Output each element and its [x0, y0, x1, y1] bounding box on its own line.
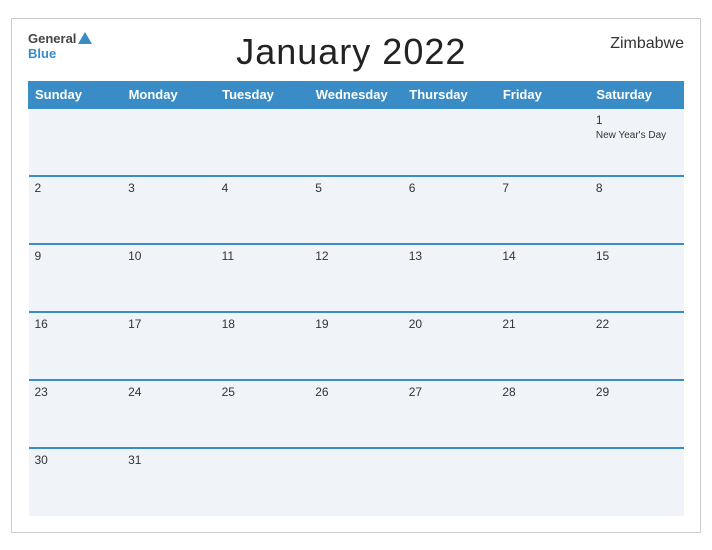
- calendar-cell: [403, 108, 497, 176]
- calendar-cell: 9: [29, 244, 123, 312]
- calendar-cell: 19: [309, 312, 403, 380]
- calendar-cell: 20: [403, 312, 497, 380]
- calendar-cell: 16: [29, 312, 123, 380]
- calendar-cell: [216, 448, 310, 516]
- calendar-cell: 6: [403, 176, 497, 244]
- calendar-cell: 25: [216, 380, 310, 448]
- weekday-header-thursday: Thursday: [403, 81, 497, 108]
- day-number: 9: [35, 249, 117, 263]
- month-year-heading: January 2022: [92, 31, 610, 73]
- day-number: 5: [315, 181, 397, 195]
- day-number: 1: [596, 113, 678, 127]
- calendar-header: General Blue January 2022 Zimbabwe: [28, 31, 684, 73]
- day-number: 22: [596, 317, 678, 331]
- day-number: 29: [596, 385, 678, 399]
- day-number: 11: [222, 249, 304, 263]
- calendar-cell: [403, 448, 497, 516]
- day-number: 26: [315, 385, 397, 399]
- calendar-cell: 11: [216, 244, 310, 312]
- calendar-cell: 27: [403, 380, 497, 448]
- calendar-cell: [496, 448, 590, 516]
- day-number: 27: [409, 385, 491, 399]
- calendar-cell: [29, 108, 123, 176]
- calendar-cell: 3: [122, 176, 216, 244]
- weekday-header-monday: Monday: [122, 81, 216, 108]
- calendar-cell: 28: [496, 380, 590, 448]
- day-number: 15: [596, 249, 678, 263]
- calendar-cell: [309, 108, 403, 176]
- day-number: 14: [502, 249, 584, 263]
- calendar-cell: 2: [29, 176, 123, 244]
- day-number: 3: [128, 181, 210, 195]
- calendar-cell: 29: [590, 380, 684, 448]
- calendar-cell: 18: [216, 312, 310, 380]
- logo-general-text: General: [28, 31, 76, 47]
- day-number: 12: [315, 249, 397, 263]
- calendar-cell: 4: [216, 176, 310, 244]
- day-number: 13: [409, 249, 491, 263]
- calendar-cell: 5: [309, 176, 403, 244]
- calendar-week-row: 23 24 25 26 27 28 29: [29, 380, 684, 448]
- calendar-title: January 2022: [92, 31, 610, 73]
- calendar-cell: [590, 448, 684, 516]
- day-number: 28: [502, 385, 584, 399]
- day-number: 24: [128, 385, 210, 399]
- logo: General Blue: [28, 31, 92, 62]
- weekday-header-row: SundayMondayTuesdayWednesdayThursdayFrid…: [29, 81, 684, 108]
- calendar-cell: 30: [29, 448, 123, 516]
- holiday-label: New Year's Day: [596, 129, 678, 142]
- day-number: 19: [315, 317, 397, 331]
- day-number: 2: [35, 181, 117, 195]
- day-number: 16: [35, 317, 117, 331]
- calendar-cell: 10: [122, 244, 216, 312]
- calendar-cell: 17: [122, 312, 216, 380]
- calendar-cell: [122, 108, 216, 176]
- day-number: 6: [409, 181, 491, 195]
- day-number: 8: [596, 181, 678, 195]
- weekday-header-saturday: Saturday: [590, 81, 684, 108]
- calendar-week-row: 9 10 11 12 13 14 15: [29, 244, 684, 312]
- weekday-header-wednesday: Wednesday: [309, 81, 403, 108]
- calendar-table: SundayMondayTuesdayWednesdayThursdayFrid…: [28, 81, 684, 516]
- calendar-cell: [216, 108, 310, 176]
- calendar-week-row: 1 New Year's Day: [29, 108, 684, 176]
- calendar-cell: 24: [122, 380, 216, 448]
- day-number: 18: [222, 317, 304, 331]
- calendar-cell: 22: [590, 312, 684, 380]
- country-label: Zimbabwe: [610, 31, 684, 53]
- calendar-cell: 31: [122, 448, 216, 516]
- calendar-cell: [496, 108, 590, 176]
- weekday-header-sunday: Sunday: [29, 81, 123, 108]
- day-number: 30: [35, 453, 117, 467]
- calendar-cell: 14: [496, 244, 590, 312]
- calendar-cell: 12: [309, 244, 403, 312]
- calendar-cell: 26: [309, 380, 403, 448]
- calendar-cell: 8: [590, 176, 684, 244]
- calendar-cell: 13: [403, 244, 497, 312]
- calendar-cell: 23: [29, 380, 123, 448]
- day-number: 4: [222, 181, 304, 195]
- calendar-cell: 1 New Year's Day: [590, 108, 684, 176]
- day-number: 17: [128, 317, 210, 331]
- day-number: 7: [502, 181, 584, 195]
- day-number: 20: [409, 317, 491, 331]
- day-number: 25: [222, 385, 304, 399]
- logo-blue-text: Blue: [28, 46, 92, 62]
- day-number: 10: [128, 249, 210, 263]
- calendar-cell: [309, 448, 403, 516]
- calendar-week-row: 2345678: [29, 176, 684, 244]
- calendar-week-row: 16 17 18 19 20 21 22: [29, 312, 684, 380]
- logo-triangle-icon: [78, 32, 92, 44]
- calendar-cell: 15: [590, 244, 684, 312]
- day-number: 21: [502, 317, 584, 331]
- calendar-cell: 21: [496, 312, 590, 380]
- weekday-header-friday: Friday: [496, 81, 590, 108]
- day-number: 31: [128, 453, 210, 467]
- calendar-cell: 7: [496, 176, 590, 244]
- day-number: 23: [35, 385, 117, 399]
- calendar-container: General Blue January 2022 Zimbabwe Sunda…: [11, 18, 701, 533]
- calendar-week-row: 30 31: [29, 448, 684, 516]
- weekday-header-tuesday: Tuesday: [216, 81, 310, 108]
